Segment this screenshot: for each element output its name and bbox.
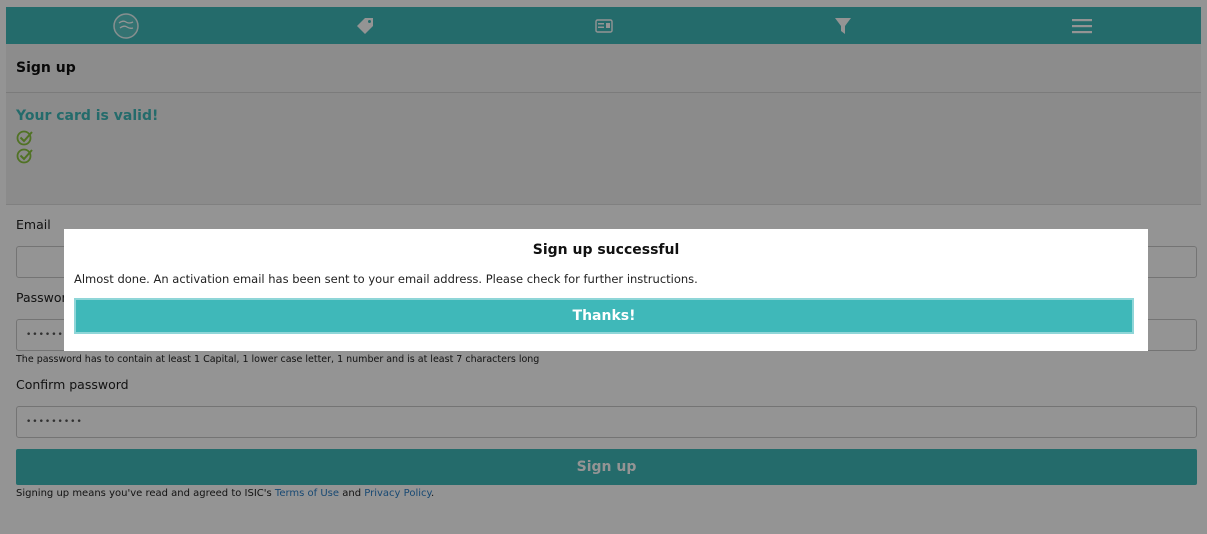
modal-message: Almost done. An activation email has bee…: [74, 272, 698, 286]
signup-success-modal: Sign up successful Almost done. An activ…: [64, 229, 1148, 351]
modal-title: Sign up successful: [532, 242, 680, 258]
thanks-button[interactable]: Thanks!: [74, 298, 1134, 334]
